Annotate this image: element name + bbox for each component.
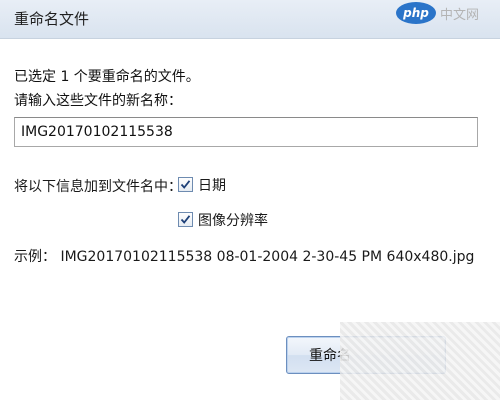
date-checkbox[interactable] bbox=[178, 177, 193, 192]
check-mark-icon bbox=[180, 215, 191, 224]
window-title: 重命名文件 bbox=[14, 10, 90, 28]
image-resolution-checkbox[interactable] bbox=[178, 212, 193, 227]
new-name-input[interactable] bbox=[14, 117, 478, 147]
watermark-text: 中文网 bbox=[440, 8, 480, 23]
watermark: php 中文网 bbox=[396, 0, 488, 26]
image-resolution-option-label: 图像分辨率 bbox=[198, 213, 268, 229]
date-option-label: 日期 bbox=[198, 178, 226, 194]
selected-count-text: 已选定 1 个要重命名的文件。 bbox=[14, 69, 200, 85]
image-resolution-option[interactable]: 图像分辨率 bbox=[178, 210, 268, 230]
check-mark-icon bbox=[180, 180, 191, 189]
add-info-label: 将以下信息加到文件名中： bbox=[14, 179, 182, 195]
image-haze-overlay bbox=[340, 322, 500, 400]
new-name-prompt: 请输入这些文件的新名称： bbox=[14, 93, 182, 109]
date-option[interactable]: 日期 bbox=[178, 175, 226, 195]
watermark-logo: php bbox=[396, 2, 436, 24]
rename-files-dialog: 重命名文件 php 中文网 已选定 1 个要重命名的文件。 请输入这些文件的新名… bbox=[0, 0, 500, 400]
title-bar: 重命名文件 php 中文网 bbox=[0, 0, 500, 39]
example-filename: 示例： IMG20170102115538 08-01-2004 2-30-45… bbox=[14, 249, 475, 265]
